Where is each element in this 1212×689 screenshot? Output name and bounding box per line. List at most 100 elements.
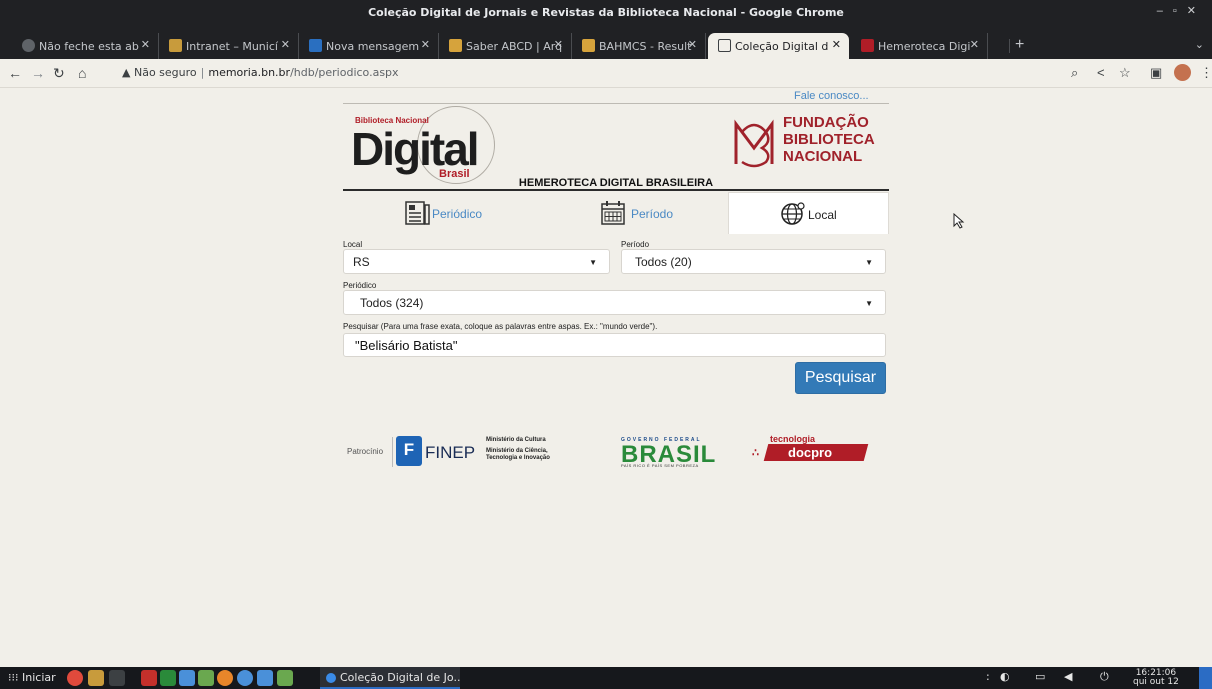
- sponsor-divider: [392, 437, 393, 467]
- biblioteca-digital-logo[interactable]: Biblioteca Nacional Digital Brasil: [347, 106, 497, 184]
- close-tab-icon[interactable]: ✕: [141, 38, 150, 51]
- search-button[interactable]: Pesquisar: [795, 362, 886, 394]
- writer-icon[interactable]: [257, 670, 273, 686]
- network-icon[interactable]: ◐: [1000, 670, 1010, 683]
- browser-tab[interactable]: Intranet – Municí ✕: [159, 33, 299, 59]
- lifebuoy-icon[interactable]: [67, 670, 83, 686]
- search-label: Pesquisar (Para uma frase exata, coloque…: [343, 322, 658, 331]
- browser-tab[interactable]: Não feche esta ab ✕: [12, 33, 159, 59]
- start-menu-button[interactable]: ⁝⁝⁝ Iniciar: [8, 671, 56, 684]
- display-icon[interactable]: ▭: [1035, 670, 1045, 683]
- fbn-line3: NACIONAL: [783, 148, 863, 165]
- tab-search-button[interactable]: ⌄: [1195, 38, 1204, 51]
- abcd-icon: [449, 39, 462, 52]
- fbn-emblem-icon: [734, 119, 774, 168]
- clock-date: qui out 12: [1133, 677, 1179, 687]
- top-divider: [343, 103, 889, 104]
- zoom-icon[interactable]: ⌕: [1071, 65, 1078, 81]
- tab-periodo-label: Período: [631, 207, 674, 221]
- os-taskbar: ⁝⁝⁝ Iniciar Coleção Digital de Jo... : ◐…: [0, 667, 1212, 689]
- app-icon[interactable]: [179, 670, 195, 686]
- tecnologia-text: tecnologia: [770, 434, 816, 444]
- periodo-label: Período: [621, 240, 650, 249]
- contact-link[interactable]: Fale conosco...: [794, 90, 869, 102]
- periodico-value: Todos (324): [360, 296, 424, 310]
- mail-icon: [309, 39, 322, 52]
- url-path: /hdb/periodico.aspx: [290, 66, 399, 79]
- sponsor-label: Patrocínio: [347, 447, 384, 456]
- periodo-select[interactable]: Todos (20) ▼: [621, 249, 886, 274]
- window-titlebar: Coleção Digital de Jornais e Revistas da…: [0, 0, 1212, 34]
- keyboard-icon[interactable]: :: [986, 670, 990, 683]
- periodico-select[interactable]: Todos (324) ▼: [343, 290, 886, 315]
- close-tab-icon[interactable]: ✕: [421, 38, 430, 51]
- app-icon[interactable]: [141, 670, 157, 686]
- warning-icon: ▲: [122, 66, 131, 79]
- window-controls: –▫✕: [1157, 4, 1206, 17]
- back-icon[interactable]: ←: [8, 65, 22, 81]
- fbn-icon: [718, 39, 731, 52]
- calendar-icon: [601, 201, 625, 225]
- files-icon[interactable]: [198, 670, 214, 686]
- docpro-logo: ∴ docpro: [752, 444, 869, 461]
- maximize-button[interactable]: ▫: [1173, 5, 1187, 17]
- fundacao-biblioteca-nacional-logo[interactable]: FUNDAÇÃO BIBLIOTECA NACIONAL: [732, 114, 892, 174]
- forward-icon[interactable]: →: [31, 65, 45, 81]
- newspaper-icon: [405, 201, 430, 225]
- app-icon[interactable]: [160, 670, 176, 686]
- calc-icon[interactable]: [277, 670, 293, 686]
- url-bar[interactable]: ▲ Não seguro | memoria.bn.br/hdb/periodico…: [122, 66, 399, 79]
- brasil-slogan: PAÍS RICO É PAÍS SEM POBREZA: [621, 463, 699, 468]
- chrome-icon: [326, 673, 336, 683]
- docpro-dots-icon: ∴: [752, 447, 759, 459]
- browser-tab[interactable]: Nova mensagem ✕: [299, 33, 439, 59]
- new-tab-button[interactable]: +: [1015, 36, 1024, 54]
- power-icon[interactable]: ⏻: [1100, 670, 1109, 684]
- finep-logo-text: FINEP: [425, 443, 476, 462]
- browser-tab-active[interactable]: Coleção Digital d ✕: [708, 33, 849, 59]
- clock[interactable]: 16:21:06 qui out 12: [1133, 669, 1179, 687]
- close-tab-icon[interactable]: ✕: [832, 38, 841, 51]
- browser-tab[interactable]: Hemeroteca Digi ✕: [851, 33, 988, 59]
- side-panel-icon[interactable]: ▣: [1150, 65, 1162, 81]
- volume-icon[interactable]: ◀: [1064, 670, 1072, 683]
- window-title: Coleção Digital de Jornais e Revistas da…: [368, 6, 844, 19]
- tab-label: Nova mensagem: [326, 40, 420, 53]
- start-label: Iniciar: [22, 671, 56, 684]
- terminal-icon[interactable]: [109, 670, 125, 686]
- home-icon[interactable]: ⌂: [78, 65, 86, 81]
- task-label: Coleção Digital de Jo...: [340, 671, 460, 684]
- tab-local[interactable]: Local: [728, 192, 889, 234]
- not-secure-label: Não seguro: [133, 66, 197, 79]
- local-label: Local: [343, 240, 363, 249]
- tab-overflow: [993, 33, 1013, 59]
- close-tab-icon[interactable]: ✕: [281, 38, 290, 51]
- browser-tab[interactable]: BAHMCS - Result ✕: [572, 33, 706, 59]
- intranet-app-icon[interactable]: [88, 670, 104, 686]
- close-tab-icon[interactable]: ✕: [970, 38, 979, 51]
- close-tab-icon[interactable]: ✕: [554, 38, 563, 51]
- minimize-button[interactable]: –: [1157, 5, 1173, 17]
- reload-icon[interactable]: ↻: [53, 65, 65, 82]
- share-icon[interactable]: <: [1097, 65, 1105, 80]
- taskbar-window-chrome[interactable]: Coleção Digital de Jo...: [320, 667, 460, 689]
- close-tab-icon[interactable]: ✕: [688, 38, 697, 51]
- browser-tab[interactable]: Saber ABCD | Arq ✕: [439, 33, 572, 59]
- local-select[interactable]: RS ▼: [343, 249, 610, 274]
- firefox-icon[interactable]: [217, 670, 233, 686]
- search-input[interactable]: "Belisário Batista": [343, 333, 886, 357]
- profile-avatar[interactable]: [1174, 64, 1191, 81]
- chrome-icon[interactable]: [237, 670, 253, 686]
- tab-periodo[interactable]: Período: [533, 192, 721, 234]
- close-button[interactable]: ✕: [1187, 5, 1206, 17]
- search-mode-tabs: Periódico Período Local: [343, 192, 889, 234]
- menu-icon[interactable]: ⋮: [1200, 65, 1212, 81]
- show-desktop-button[interactable]: [1199, 667, 1212, 689]
- tab-periodico[interactable]: Periódico: [343, 192, 525, 234]
- local-value: RS: [353, 255, 370, 269]
- globe-icon: [781, 202, 805, 225]
- intranet-icon: [169, 39, 182, 52]
- docpro-text: docpro: [788, 445, 833, 460]
- bookmark-star-icon[interactable]: ☆: [1119, 65, 1131, 81]
- fbn-line2: BIBLIOTECA: [783, 131, 875, 148]
